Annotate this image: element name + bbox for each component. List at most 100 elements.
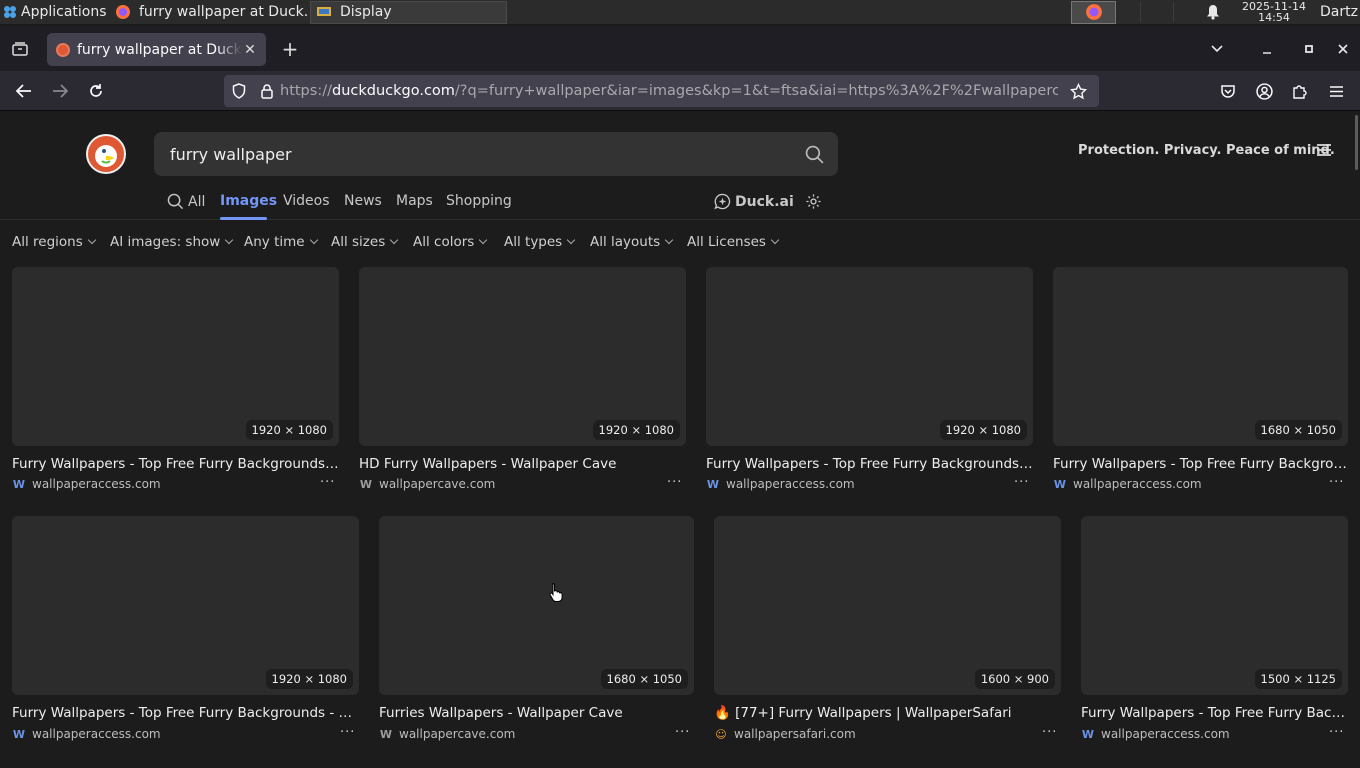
result-source[interactable]: ☺ wallpapersafari.com — [714, 727, 855, 741]
more-options-icon[interactable]: ··· — [1329, 725, 1344, 740]
page-scrollbar[interactable] — [1355, 115, 1358, 170]
filter-time[interactable]: Any time — [244, 234, 318, 250]
image-result-card[interactable]: 1500 × 1125 Furry Wallpapers - Top Free … — [1081, 516, 1348, 748]
result-title[interactable]: Furry Wallpapers - Top Free Furry Backgr… — [12, 705, 359, 721]
search-icon[interactable] — [790, 145, 838, 164]
image-thumbnail[interactable]: 1600 × 900 — [714, 516, 1061, 695]
tray-firefox-button[interactable] — [1071, 0, 1116, 24]
more-options-icon[interactable]: ··· — [320, 475, 335, 490]
result-title[interactable]: Furries Wallpapers - Wallpaper Cave — [379, 705, 694, 721]
applications-menu[interactable]: Applications — [0, 0, 110, 25]
app-menu-hamburger-icon[interactable] — [1318, 85, 1354, 98]
tab-maps[interactable]: Maps — [396, 193, 433, 209]
image-thumbnail[interactable]: 1920 × 1080 — [12, 516, 359, 695]
filter-licenses[interactable]: All Licenses — [687, 234, 780, 250]
back-arrow-icon[interactable] — [6, 75, 42, 107]
image-result-card[interactable]: 1920 × 1080 Furry Wallpapers - Top Free … — [706, 267, 1033, 497]
forward-arrow-icon[interactable] — [42, 75, 78, 107]
filter-label: AI images: show — [110, 234, 221, 250]
url-scheme: https:// — [280, 83, 332, 99]
filter-ai-images[interactable]: AI images: show — [110, 234, 234, 250]
close-window-icon[interactable] — [1326, 43, 1360, 55]
result-title[interactable]: Furry Wallpapers - Top Free Furry Backgr… — [1053, 456, 1348, 472]
tab-all[interactable]: All — [167, 193, 205, 210]
os-taskbar: Applications furry wallpaper at Duck... … — [0, 0, 1360, 25]
more-options-icon[interactable]: ··· — [340, 725, 355, 740]
maximize-icon[interactable] — [1292, 44, 1326, 54]
result-source[interactable]: Wwallpaperaccess.com — [12, 477, 161, 491]
result-title[interactable]: Furry Wallpapers - Top Free Furry Backgr… — [706, 456, 1033, 472]
result-source[interactable]: Wwallpaperaccess.com — [1053, 477, 1202, 491]
account-icon[interactable] — [1246, 82, 1282, 100]
result-source[interactable]: Wwallpapercave.com — [359, 477, 495, 491]
tab-close-icon[interactable]: ✕ — [242, 42, 258, 58]
taskbar-clock[interactable]: 2025-11-14 14:54 — [1240, 1, 1308, 23]
image-result-card[interactable]: 1680 × 1050 Furry Wallpapers - Top Free … — [1053, 267, 1348, 497]
image-thumbnail[interactable]: 1920 × 1080 — [706, 267, 1033, 446]
notification-bell-icon[interactable] — [1204, 4, 1222, 20]
browser-tab-active[interactable]: furry wallpaper at DuckDuckGo ✕ — [47, 33, 266, 66]
url-path: /?q=furry+wallpaper&iar=images&kp=1&t=ft… — [454, 83, 1058, 99]
filter-colors[interactable]: All colors — [413, 234, 488, 250]
new-tab-plus-icon[interactable]: + — [279, 37, 301, 61]
image-dimensions-badge: 1500 × 1125 — [1254, 669, 1342, 689]
image-dimensions-badge: 1920 × 1080 — [245, 420, 333, 440]
lock-icon[interactable] — [254, 83, 280, 99]
ddg-tagline[interactable]: Protection. Privacy. Peace of mind. — [1078, 143, 1335, 158]
filter-layouts[interactable]: All layouts — [590, 234, 674, 250]
image-result-card[interactable]: 1920 × 1080 HD Furry Wallpapers - Wallpa… — [359, 267, 686, 497]
result-source-domain: wallpaperaccess.com — [32, 477, 161, 491]
result-source[interactable]: Wwallpapercave.com — [379, 727, 515, 741]
tab-videos[interactable]: Videos — [283, 193, 330, 209]
image-thumbnail[interactable]: 1680 × 1050 — [1053, 267, 1348, 446]
reload-icon[interactable] — [78, 75, 114, 107]
more-options-icon[interactable]: ··· — [1014, 475, 1029, 490]
duck-ai-link[interactable]: Duck.ai — [714, 193, 794, 210]
filter-label: All types — [504, 234, 563, 250]
image-result-card[interactable]: 1600 × 900 🔥 [77+] Furry Wallpapers | Wa… — [714, 516, 1061, 748]
result-title[interactable]: Furry Wallpapers - Top Free Furry Backgr… — [1081, 705, 1348, 721]
search-input[interactable]: furry wallpaper — [154, 132, 838, 176]
address-bar[interactable]: https://duckduckgo.com/?q=furry+wallpape… — [224, 75, 1099, 107]
bookmark-star-icon[interactable] — [1063, 82, 1093, 100]
list-all-tabs-chevron-icon[interactable] — [1192, 44, 1242, 54]
result-source[interactable]: Wwallpaperaccess.com — [706, 477, 855, 491]
toolbar-actions — [1210, 71, 1354, 111]
image-thumbnail[interactable]: 1920 × 1080 — [12, 267, 339, 446]
minimize-icon[interactable] — [1242, 43, 1292, 55]
taskbar-task-display[interactable]: Display — [310, 0, 507, 24]
tab-news[interactable]: News — [344, 193, 382, 209]
image-dimensions-badge: 1680 × 1050 — [600, 669, 688, 689]
result-title[interactable]: 🔥 [77+] Furry Wallpapers | WallpaperSafa… — [714, 705, 1061, 721]
more-options-icon[interactable]: ··· — [1042, 725, 1057, 740]
filter-regions[interactable]: All regions — [12, 234, 97, 250]
filter-sizes[interactable]: All sizes — [331, 234, 399, 250]
result-source[interactable]: Wwallpaperaccess.com — [12, 727, 161, 741]
site-menu-hamburger-icon[interactable] — [1316, 142, 1332, 161]
taskbar-task-firefox[interactable]: furry wallpaper at Duck... — [110, 0, 308, 25]
extensions-puzzle-icon[interactable] — [1282, 83, 1318, 99]
filter-types[interactable]: All types — [504, 234, 576, 250]
image-result-card[interactable]: 1920 × 1080 Furry Wallpapers - Top Free … — [12, 516, 359, 748]
tab-images[interactable]: Images — [220, 193, 277, 209]
more-options-icon[interactable]: ··· — [675, 725, 690, 740]
image-result-card[interactable]: 1680 × 1050 Furries Wallpapers - Wallpap… — [379, 516, 694, 748]
result-title[interactable]: Furry Wallpapers - Top Free Furry Backgr… — [12, 456, 339, 472]
settings-gear-icon[interactable] — [805, 193, 822, 210]
pocket-icon[interactable] — [1210, 84, 1246, 99]
duckduckgo-favicon-icon — [56, 42, 70, 57]
more-options-icon[interactable]: ··· — [1329, 475, 1344, 490]
result-source[interactable]: Wwallpaperaccess.com — [1081, 727, 1230, 741]
image-thumbnail[interactable]: 1500 × 1125 — [1081, 516, 1348, 695]
taskbar-user[interactable]: Dartz — [1320, 4, 1360, 20]
image-dimensions-badge: 1680 × 1050 — [1254, 420, 1342, 440]
image-result-card[interactable]: 1920 × 1080 Furry Wallpapers - Top Free … — [12, 267, 339, 497]
tab-shopping[interactable]: Shopping — [446, 193, 512, 209]
firefox-view-button[interactable] — [0, 26, 40, 71]
duckduckgo-logo[interactable] — [86, 134, 126, 174]
image-thumbnail[interactable]: 1920 × 1080 — [359, 267, 686, 446]
more-options-icon[interactable]: ··· — [667, 475, 682, 490]
image-thumbnail[interactable]: 1680 × 1050 — [379, 516, 694, 695]
tracking-protection-shield-icon[interactable] — [224, 83, 254, 99]
result-title[interactable]: HD Furry Wallpapers - Wallpaper Cave — [359, 456, 686, 472]
